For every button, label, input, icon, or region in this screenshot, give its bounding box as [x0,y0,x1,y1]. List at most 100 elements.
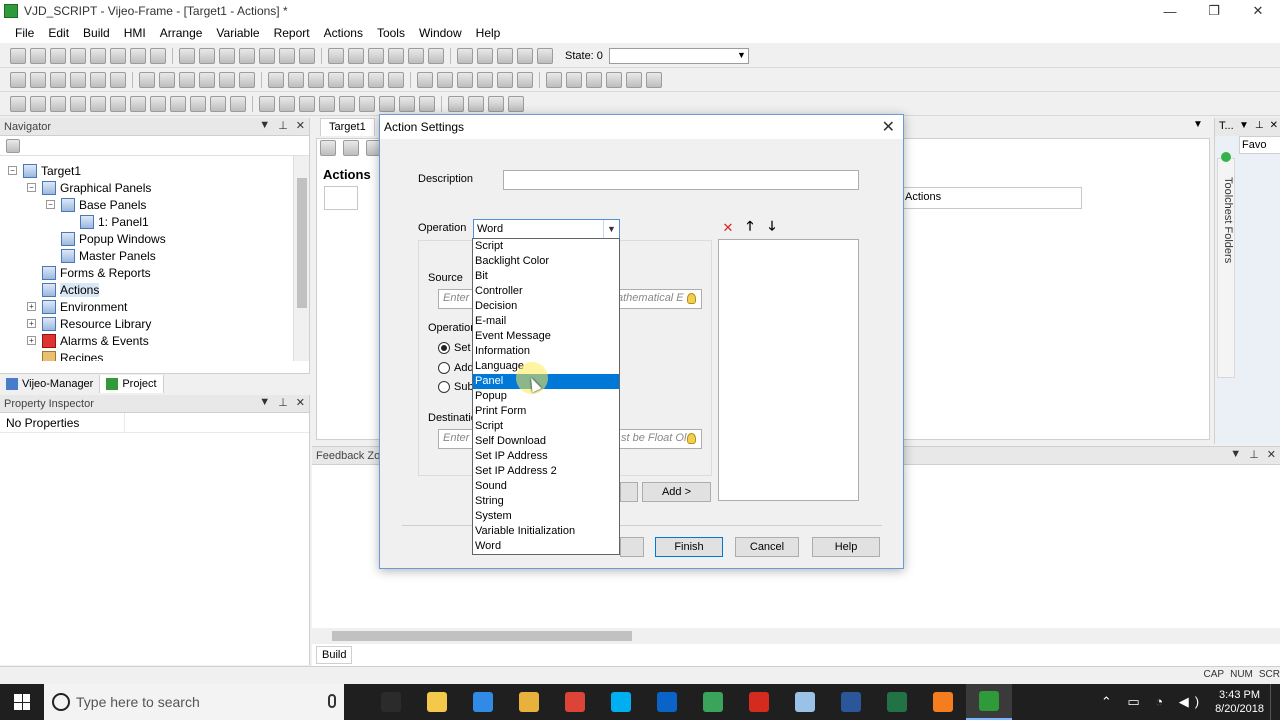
tree-item-panel1[interactable]: 1: Panel1 [80,213,149,230]
lock-icon[interactable] [497,47,513,64]
state-icon[interactable] [457,47,473,64]
taskbar-app-acrobat[interactable] [736,684,782,720]
plus-icon[interactable] [537,47,553,64]
rotate-icon[interactable] [179,71,195,88]
minus-icon[interactable] [517,47,533,64]
feedback-scrollbar[interactable] [312,628,1280,644]
align-bottom-icon[interactable] [368,71,384,88]
tree-item-graphical-panels[interactable]: − Graphical Panels [27,179,151,196]
spacing-icon[interactable] [477,71,493,88]
align-right-icon[interactable] [308,71,324,88]
menu-file[interactable]: File [8,26,41,40]
bargraph-icon[interactable] [319,95,335,112]
radio-add-indicator[interactable] [438,362,450,374]
close-button[interactable]: ✕ [1236,0,1280,22]
picture-icon[interactable] [399,95,415,112]
dropdown-option[interactable]: Variable Initialization [473,524,619,539]
lamp-icon[interactable] [279,95,295,112]
taskbar-app-task-view[interactable] [368,684,414,720]
select-icon[interactable] [10,71,26,88]
taskbar-app-skype[interactable] [598,684,644,720]
align-left-icon[interactable] [268,71,284,88]
tray-icons[interactable]: ⌃ ▭ ◔ ◀) [1101,694,1205,710]
distribute-icon[interactable] [388,71,404,88]
flag-icon[interactable] [477,47,493,64]
maximize-button[interactable]: ❐ [1192,0,1236,22]
state-dropdown[interactable]: ▼ [608,47,749,64]
delete-icon[interactable]: ✕ [718,219,738,237]
menu-actions[interactable]: Actions [317,26,370,40]
align-middle-icon[interactable] [348,71,364,88]
pin-icon[interactable]: ⊥ [278,119,288,132]
expand-icon[interactable]: + [27,336,36,345]
dropdown-option[interactable]: Sound [473,479,619,494]
dropdown-option[interactable]: Information [473,344,619,359]
description-input[interactable] [503,170,859,190]
taskbar-app-screen-recorder[interactable] [920,684,966,720]
operation-combobox[interactable]: Word ▼ [473,219,620,239]
order-front-icon[interactable] [417,71,433,88]
target-icon[interactable] [239,71,255,88]
move-down-icon[interactable]: 🡓 [762,218,782,237]
build-icon[interactable] [110,47,126,64]
trend-icon[interactable] [419,95,435,112]
dropdown-option[interactable]: Print Form [473,404,619,419]
zoom-icon[interactable] [50,71,66,88]
chevron-down-icon[interactable]: ▼ [603,220,619,238]
show-desktop-button[interactable] [1270,684,1280,720]
menu-tools[interactable]: Tools [370,26,412,40]
dropdown-option[interactable]: Script [473,239,619,254]
dropdown-option[interactable]: Bit [473,269,619,284]
taskbar-app-chart-app[interactable] [690,684,736,720]
action-list[interactable] [718,239,859,501]
tree-item-forms-reports[interactable]: Forms & Reports [42,264,151,281]
panel-dropdown-icon[interactable]: ▼ [259,119,270,132]
tree-item-resource-library[interactable]: + Resource Library [27,315,151,332]
collapse-icon[interactable]: − [27,183,36,192]
home-icon[interactable] [408,47,424,64]
tree-item-target1[interactable]: − Target1 [8,162,81,179]
microphone-icon[interactable] [328,694,336,708]
polyline-icon[interactable] [70,95,86,112]
radio-subtract-indicator[interactable] [438,381,450,393]
print-icon[interactable] [70,47,86,64]
align-center-icon[interactable] [288,71,304,88]
tree-item-popup-windows[interactable]: Popup Windows [61,230,166,247]
favorites-tab[interactable]: Favo [1239,136,1280,154]
minimize-button[interactable]: — [1148,0,1192,22]
taskbar-app-outlook[interactable] [644,684,690,720]
numeric-display-icon[interactable] [299,95,315,112]
table-icon[interactable] [508,95,524,112]
link-icon[interactable] [219,71,235,88]
button-tool-icon[interactable] [259,95,275,112]
cut-icon[interactable] [299,47,315,64]
undo-icon[interactable] [179,47,195,64]
document-list-dropdown-icon[interactable]: ▼ [1193,119,1203,130]
taskbar-clock[interactable]: 3:43 PM 8/20/2018 [1215,688,1264,716]
collapse-icon[interactable]: − [46,200,55,209]
pin-icon[interactable]: ⊥ [1255,120,1264,131]
dropdown-option[interactable]: Event Message [473,329,619,344]
pie-icon[interactable] [170,95,186,112]
align-top-icon[interactable] [328,71,344,88]
tab-vijeo-manager[interactable]: Vijeo-Manager [0,374,101,393]
dialog-close-button[interactable]: ✕ [882,117,895,137]
expand-icon[interactable]: + [27,302,36,311]
circle-icon[interactable] [130,95,146,112]
properties-icon[interactable] [6,138,20,153]
tab-build[interactable]: Build [316,646,353,664]
scrollbar-thumb[interactable] [332,631,632,641]
download-icon[interactable] [130,47,146,64]
dropdown-option[interactable]: Script [473,419,619,434]
document-tab-target1[interactable]: Target1 [320,118,375,136]
dropdown-option[interactable]: Word [473,539,619,554]
panel-close-icon[interactable]: ✕ [1270,120,1278,131]
panel-close-icon[interactable]: ✕ [296,119,305,132]
tree-item-environment[interactable]: + Environment [27,298,127,315]
taskbar-app-file-explorer[interactable] [414,684,460,720]
taskbar-app-excel[interactable] [874,684,920,720]
finish-button[interactable]: Finish [655,537,723,557]
frame-icon[interactable] [488,95,504,112]
dropdown-option[interactable]: E-mail [473,314,619,329]
edit-action-icon[interactable] [343,140,359,156]
